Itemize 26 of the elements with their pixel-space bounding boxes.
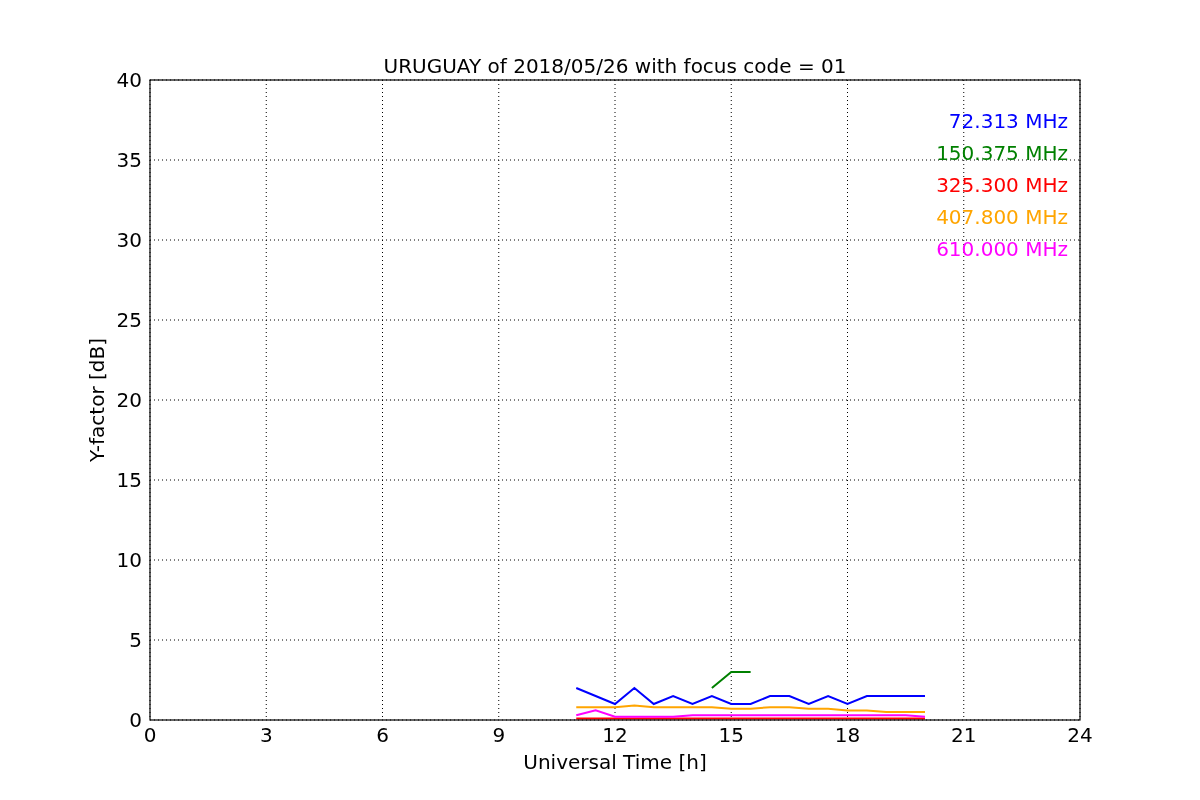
y-tick-label: 10 <box>116 548 142 572</box>
y-tick-label: 40 <box>116 68 142 92</box>
x-tick-label: 9 <box>492 723 506 747</box>
legend-label: 150.375 MHz <box>936 141 1068 165</box>
y-tick-label: 35 <box>116 148 142 172</box>
x-tick-label: 24 <box>1067 723 1093 747</box>
x-tick-label: 18 <box>834 723 861 747</box>
y-tick-label: 25 <box>116 308 142 332</box>
x-tick-label: 0 <box>143 723 157 747</box>
x-tick-label: 21 <box>951 723 977 747</box>
y-axis-label: Y-factor [dB] <box>85 338 109 462</box>
legend-label: 72.313 MHz <box>948 109 1068 133</box>
y-tick-label: 5 <box>129 628 142 652</box>
legend-label: 407.800 MHz <box>936 205 1068 229</box>
chart-title: URUGUAY of 2018/05/26 with focus code = 01 <box>383 54 847 78</box>
y-tick-label: 15 <box>116 468 142 492</box>
legend-label: 610.000 MHz <box>936 237 1068 261</box>
y-tick-label: 30 <box>116 228 142 252</box>
x-tick-label: 15 <box>718 723 744 747</box>
legend-label: 325.300 MHz <box>936 173 1068 197</box>
x-tick-label: 6 <box>376 723 389 747</box>
y-tick-label: 0 <box>129 708 142 732</box>
x-tick-label: 3 <box>259 723 273 747</box>
y-tick-label: 20 <box>116 388 142 412</box>
x-tick-label: 12 <box>602 723 628 747</box>
x-axis-label: Universal Time [h] <box>523 750 707 774</box>
